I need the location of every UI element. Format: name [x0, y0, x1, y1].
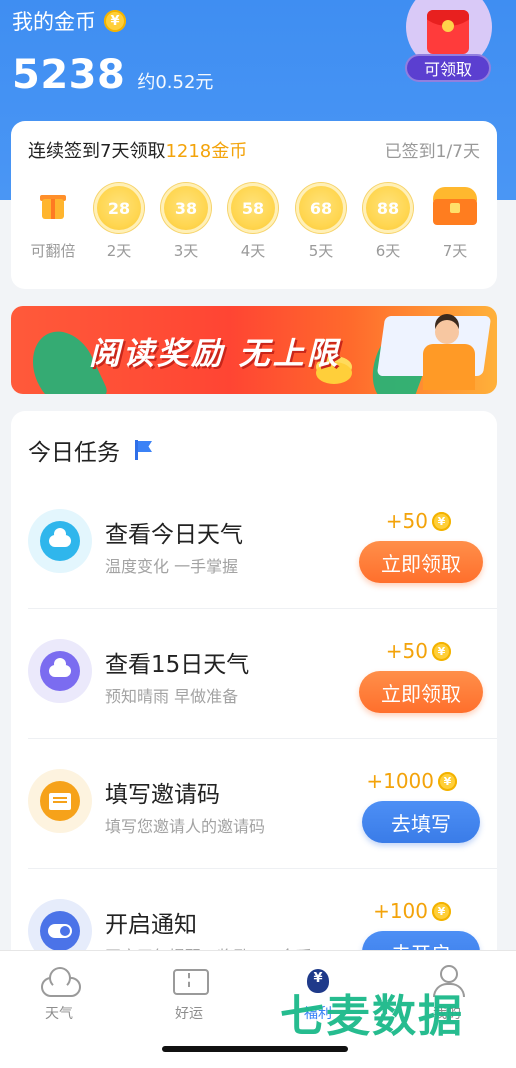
reading-reward-banner[interactable]: 阅读奖励 无上限 [11, 306, 497, 394]
page-title-text: 我的金币 [12, 10, 96, 34]
task-icon-wrap [28, 639, 92, 703]
signin-day-1[interactable]: 可翻倍 [23, 183, 83, 261]
signin-heading-amount: 1218金币 [165, 141, 248, 162]
gift-icon [28, 183, 78, 233]
task-title: 查看今日天气 [105, 522, 243, 548]
signin-day-4[interactable]: 58 4天 [223, 183, 283, 261]
home-indicator[interactable] [162, 1046, 348, 1052]
signin-day-label: 5天 [308, 242, 334, 260]
claim-now-button[interactable]: 立即领取 [359, 671, 483, 713]
signin-day-label: 4天 [240, 242, 266, 260]
coin-icon: ¥ [432, 511, 451, 531]
claim-button[interactable]: 可领取 [405, 54, 491, 82]
signin-day-3[interactable]: 38 3天 [156, 183, 216, 261]
task-reward-amount: +50 [385, 509, 428, 533]
task-item: 填写邀请码 填写您邀请人的邀请码 +1000 ¥ 去填写 [11, 739, 497, 869]
tab-label: 好运 [175, 1006, 203, 1022]
treasure-chest-icon [430, 183, 480, 233]
task-subtitle: 温度变化 一手掌握 [105, 557, 239, 576]
coin-icon: ¥ [432, 901, 451, 921]
task-reward: +100 ¥ [373, 899, 451, 923]
coin-icon: 38 [161, 183, 211, 233]
task-title: 开启通知 [105, 912, 197, 938]
signin-day-2[interactable]: 28 2天 [89, 183, 149, 261]
cloud-icon [39, 963, 81, 997]
signin-heading: 连续签到7天领取1218金币 [28, 137, 247, 163]
task-icon-wrap [28, 509, 92, 573]
coin-icon: ¥ [432, 641, 451, 661]
red-packet-icon[interactable] [427, 10, 469, 54]
person-illustration [423, 344, 475, 390]
tasks-title-text: 今日任务 [28, 440, 120, 466]
task-item: 查看今日天气 温度变化 一手掌握 +50 ¥ 立即领取 [11, 479, 497, 609]
task-subtitle: 预知晴雨 早做准备 [105, 687, 239, 706]
mail-icon [40, 781, 80, 821]
toggle-icon [40, 911, 80, 951]
coin-icon: 58 [228, 183, 278, 233]
coin-balance-value: 5238 [12, 52, 126, 98]
cloud-icon [40, 651, 80, 691]
claim-now-button[interactable]: 立即领取 [359, 541, 483, 583]
tab-label: 天气 [45, 1006, 73, 1022]
task-reward: +1000 ¥ [366, 769, 457, 793]
task-reward: +50 ¥ [386, 509, 451, 533]
task-reward-amount: +1000 [366, 769, 434, 793]
fill-invite-code-button[interactable]: 去填写 [362, 801, 480, 843]
flag-icon [134, 439, 154, 461]
task-item: 查看15日天气 预知晴雨 早做准备 +50 ¥ 立即领取 [11, 609, 497, 739]
person-head-illustration [435, 320, 459, 344]
signin-day-label: 可翻倍 [30, 242, 76, 260]
cloud-icon [40, 521, 80, 561]
signin-progress: 已签到1/7天 [384, 142, 480, 162]
signin-day-label: 3天 [173, 242, 199, 260]
task-reward-amount: +50 [385, 639, 428, 663]
signin-day-label: 7天 [442, 242, 468, 260]
tasks-title: 今日任务 [28, 433, 154, 467]
signin-days: 可翻倍 28 2天 38 3天 58 4天 68 5天 88 6天 7天 [11, 183, 497, 273]
signin-day-label: 2天 [106, 242, 132, 260]
daily-tasks-card: 今日任务 查看今日天气 温度变化 一手掌握 +50 ¥ 立即领取 查看15日天气… [11, 411, 497, 973]
task-subtitle: 填写您邀请人的邀请码 [105, 817, 266, 836]
signin-card: 连续签到7天领取1218金币 已签到1/7天 可翻倍 28 2天 38 3天 5… [11, 121, 497, 289]
task-icon-wrap [28, 769, 92, 833]
page-title: 我的金币 ¥ [12, 6, 126, 36]
coin-balance: 5238 约0.52元 [12, 52, 213, 98]
task-title: 填写邀请码 [105, 782, 220, 808]
signin-heading-prefix: 连续签到7天领取 [28, 141, 166, 162]
signin-day-label: 6天 [375, 242, 401, 260]
ticket-icon [169, 963, 209, 997]
coin-icon: ¥ [104, 10, 126, 32]
signin-day-7[interactable]: 7天 [425, 183, 485, 261]
tab-weather[interactable]: 天气 [19, 963, 99, 1023]
task-reward: +50 ¥ [386, 639, 451, 663]
coin-icon: 28 [94, 183, 144, 233]
signin-day-6[interactable]: 88 6天 [358, 183, 418, 261]
coin-icon: 68 [296, 183, 346, 233]
tab-fortune[interactable]: 好运 [149, 963, 229, 1023]
watermark: 七麦数据 [280, 991, 464, 1042]
coin-balance-yuan: 约0.52元 [137, 72, 214, 93]
banner-text: 阅读奖励 无上限 [89, 336, 341, 372]
signin-day-5[interactable]: 68 5天 [291, 183, 351, 261]
coin-icon: 88 [363, 183, 413, 233]
coin-icon: ¥ [438, 771, 457, 791]
task-reward-amount: +100 [373, 899, 428, 923]
task-title: 查看15日天气 [105, 652, 250, 678]
